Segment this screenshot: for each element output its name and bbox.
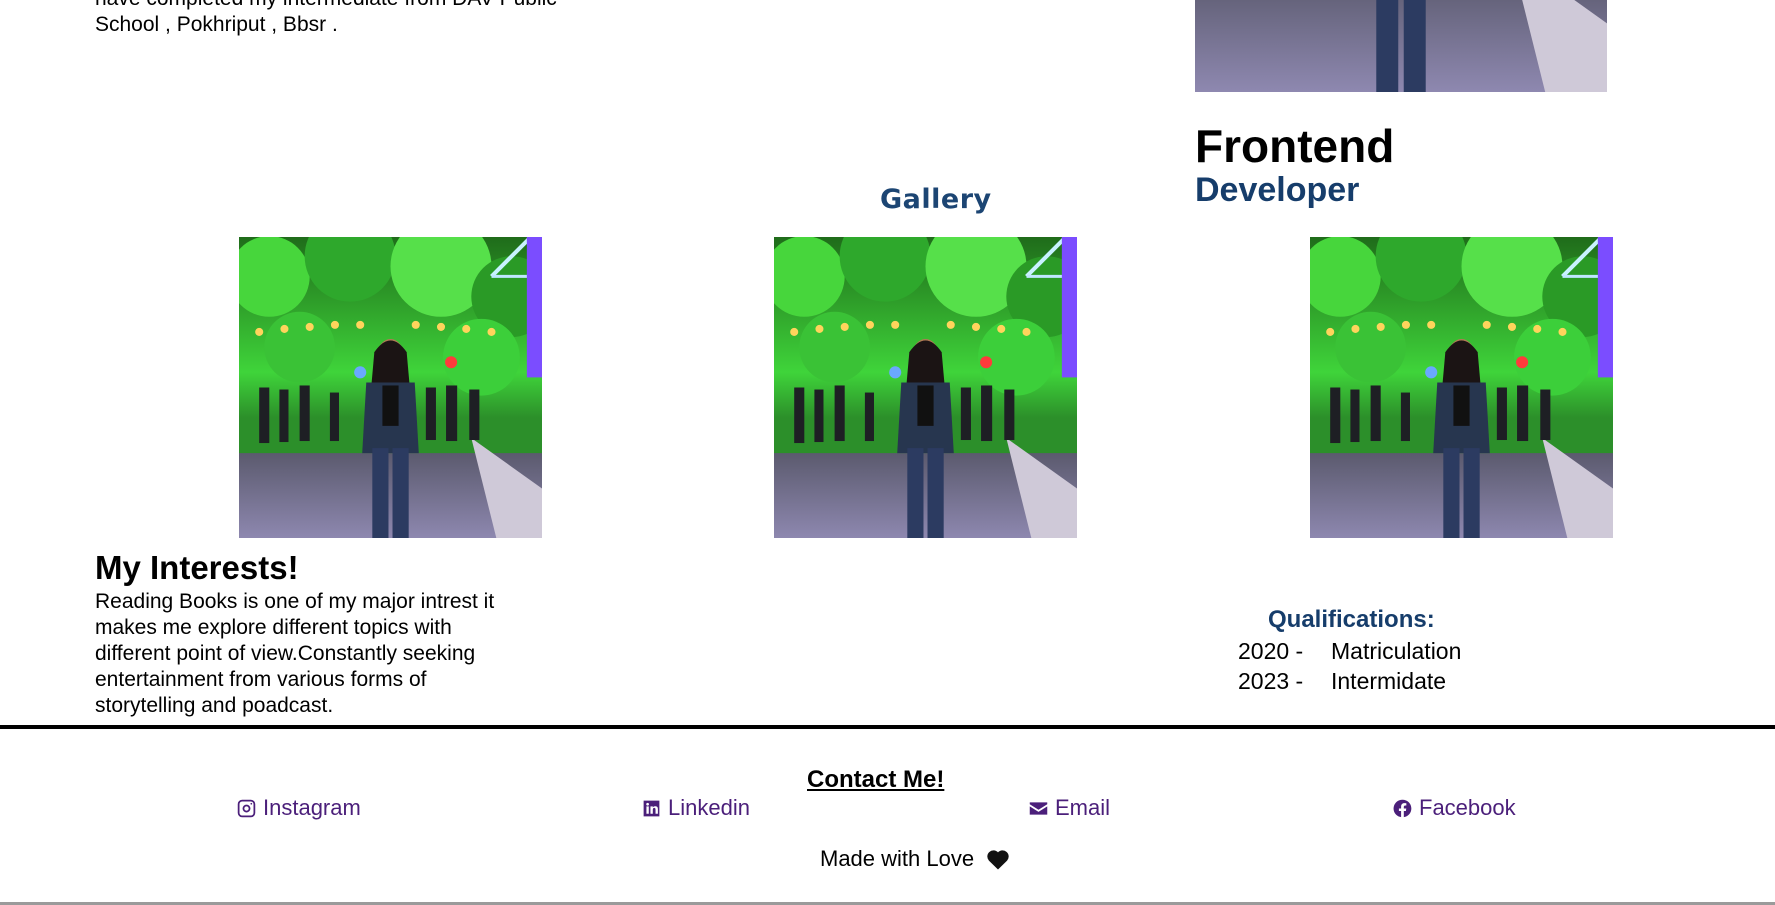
email-link[interactable]: Email [1028, 795, 1110, 821]
qualification-year: 2020 - [1238, 638, 1304, 664]
made-with-love: Made with Love [820, 846, 1010, 872]
facebook-icon [1393, 799, 1412, 817]
gallery-photo-2 [774, 237, 1077, 538]
role-title-line2: Developer [1195, 171, 1360, 209]
made-with-love-text: Made with Love [820, 846, 975, 871]
qualification-year: 2023 - [1238, 668, 1304, 694]
qualifications-title: Qualifications: [1268, 606, 1435, 633]
instagram-link[interactable]: Instagram [236, 795, 361, 821]
qualification-label: Intermidate [1331, 668, 1447, 694]
linkedin-icon [643, 800, 660, 816]
qualification-row: 2023 - Intermidate [1238, 666, 1446, 696]
instagram-icon [237, 799, 256, 817]
gallery-photo-1 [239, 237, 542, 538]
interests-title: My Interests! [95, 549, 299, 586]
envelope-icon [1029, 801, 1048, 815]
linkedin-link[interactable]: Linkedin [641, 795, 750, 821]
about-text: have completed my intermediate from DAV … [95, 0, 557, 36]
footer-divider [0, 725, 1775, 729]
email-label: Email [1055, 795, 1111, 820]
gallery-photo-3 [1310, 237, 1613, 538]
role-title-line1: Frontend [1195, 120, 1395, 172]
instagram-label: Instagram [263, 795, 361, 820]
qualification-row: 2020 - Matriculation [1238, 636, 1461, 666]
contact-title: Contact Me! [807, 766, 945, 793]
profile-photo [1195, 0, 1607, 92]
facebook-link[interactable]: Facebook [1392, 795, 1516, 821]
interests-text: Reading Books is one of my major intrest… [95, 590, 495, 717]
heart-icon [987, 850, 1009, 870]
qualification-label: Matriculation [1331, 638, 1462, 664]
linkedin-label: Linkedin [668, 795, 750, 820]
facebook-label: Facebook [1419, 795, 1516, 820]
gallery-title: Gallery [880, 184, 992, 215]
